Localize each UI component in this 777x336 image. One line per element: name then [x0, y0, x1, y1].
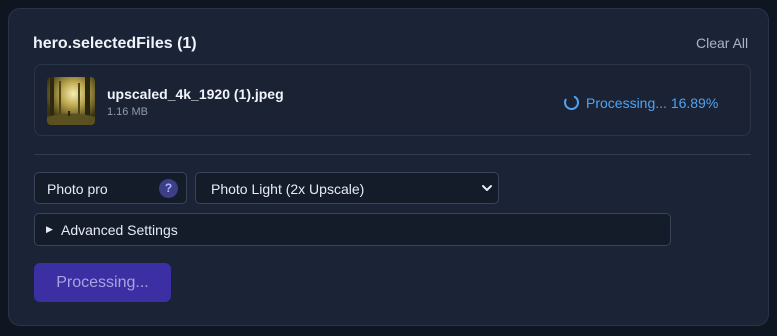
process-button[interactable]: Processing...	[34, 263, 171, 302]
upscale-preset-value: Photo Light (2x Upscale)	[211, 181, 365, 197]
forest-image-icon	[47, 77, 95, 125]
file-list-item: upscaled_4k_1920 (1).jpeg 1.16 MB Proces…	[34, 64, 751, 136]
file-name: upscaled_4k_1920 (1).jpeg	[107, 86, 284, 102]
caret-right-icon: ▶	[46, 224, 53, 234]
divider	[34, 154, 751, 155]
chevron-down-icon	[482, 185, 492, 191]
selected-files-panel: hero.selectedFiles (1) Clear All upscale…	[8, 8, 769, 326]
advanced-settings-toggle[interactable]: ▶ Advanced Settings	[34, 213, 671, 246]
model-type-label: Photo pro	[47, 181, 108, 197]
model-type-field: Photo pro ?	[34, 172, 187, 204]
advanced-settings-label: Advanced Settings	[61, 222, 178, 238]
upscale-preset-select[interactable]: Photo Light (2x Upscale)	[195, 172, 499, 204]
help-icon[interactable]: ?	[159, 179, 178, 198]
spinner-icon	[564, 95, 579, 111]
processing-status: Processing... 16.89%	[563, 94, 718, 111]
file-size: 1.16 MB	[107, 106, 148, 118]
panel-title: hero.selectedFiles (1)	[33, 35, 197, 52]
file-thumbnail	[47, 77, 95, 125]
processing-status-text: Processing... 16.89%	[586, 94, 719, 111]
clear-all-button[interactable]: Clear All	[696, 35, 748, 51]
